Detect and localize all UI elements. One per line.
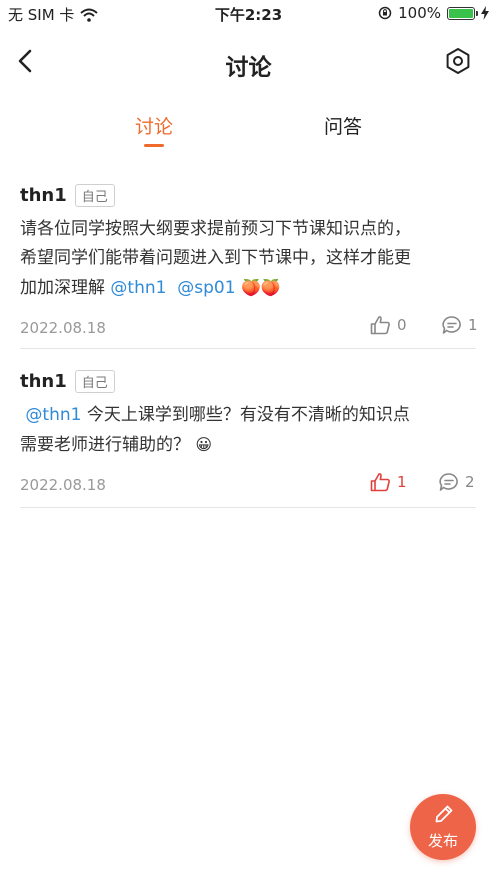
post-text-line: 希望同学们能带着问题进入到下节课中，这样才能更 [20,248,411,268]
like-count: 1 [397,473,407,491]
like-button[interactable]: 0 [370,315,407,335]
publish-label: 发布 [427,832,458,850]
comment-count: 1 [468,316,478,334]
back-arrow-icon[interactable] [12,46,42,76]
publish-button[interactable]: 发布 [410,794,476,860]
post-text-line: @thn1 今天上课学到哪些？有没有不清晰的知识点 [20,401,476,430]
self-badge: 自己 [74,183,115,207]
post-text-segment: 今天上课学到哪些？有没有不清晰的知识点 [81,405,410,425]
post-header: thn1 自己 [20,181,476,209]
tab-discussion[interactable]: 讨论 [135,112,173,139]
like-button[interactable]: 1 [370,472,407,492]
self-badge: 自己 [74,369,115,393]
post-item[interactable]: thn1 自己 @thn1 今天上课学到哪些？有没有不清晰的知识点 需要老师进行… [20,367,476,508]
post-text-line: 请各位同学按照大纲要求提前预习下节课知识点的， [20,219,411,239]
status-right: 100% [378,4,489,22]
tab-qa[interactable]: 问答 [324,112,362,139]
page-title: 讨论 [225,55,272,81]
grinning-face-emoji: 😀 [195,435,213,454]
post-text-segment: 需要老师进行辅助的？ [20,435,190,455]
pencil-icon [435,805,453,823]
battery-icon [447,6,478,20]
comment-button[interactable]: 1 [441,315,478,335]
post-text-line: 需要老师进行辅助的？ 😀 [20,430,476,460]
author-name[interactable]: thn1 [20,185,67,206]
tab-active-indicator [144,144,164,147]
comment-count: 2 [465,473,475,491]
mention-link[interactable]: @thn1 [25,405,81,425]
post-date: 2022.08.18 [20,476,106,494]
comment-icon [439,473,458,491]
tab-bar: 讨论 问答 [0,112,497,152]
post-text-segment: 加加深理解 [20,278,111,298]
post-header: thn1 自己 [20,367,476,395]
peach-emoji: 🍑🍑 [240,278,281,297]
charging-icon [481,6,489,20]
status-bar: 无 SIM 卡 下午2:23 100% [0,0,497,28]
mention-link[interactable]: @thn1 [110,278,166,298]
post-item[interactable]: thn1 自己 请各位同学按照大纲要求提前预习下节课知识点的， 希望同学们能带着… [20,181,478,349]
post-footer: 2022.08.18 0 1 [20,309,478,349]
battery-percent: 100% [398,4,441,22]
settings-hexagon-icon[interactable] [443,46,473,76]
post-text-line: 加加深理解 @thn1 @sp01 🍑🍑 [20,273,476,303]
mention-link[interactable]: @sp01 [177,278,235,298]
post-content: @thn1 今天上课学到哪些？有没有不清晰的知识点 需要老师进行辅助的？ 😀 [20,401,476,460]
nav-bar: 讨论 [0,36,497,88]
author-name[interactable]: thn1 [20,371,67,392]
comment-button[interactable]: 2 [438,472,475,492]
orientation-lock-icon [378,6,392,20]
thumbs-up-icon [370,473,390,492]
thumbs-up-icon [370,316,390,335]
like-count: 0 [397,316,407,334]
comment-icon [442,316,461,334]
post-footer: 2022.08.18 1 2 [20,466,476,506]
post-content: 请各位同学按照大纲要求提前预习下节课知识点的， 希望同学们能带着问题进入到下节课… [20,215,476,303]
post-date: 2022.08.18 [20,319,106,337]
